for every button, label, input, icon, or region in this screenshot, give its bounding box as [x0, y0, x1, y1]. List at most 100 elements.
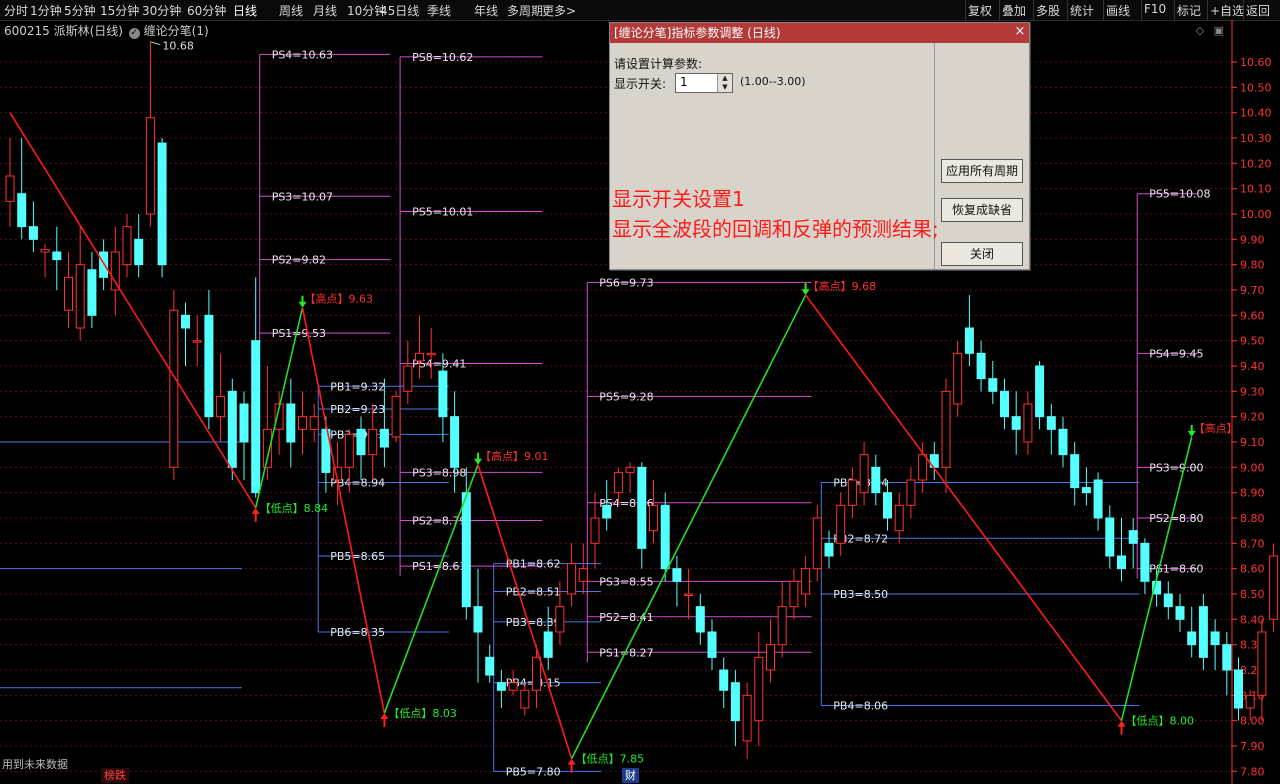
tool-button-0[interactable]: 复权 — [968, 2, 992, 19]
tool-button-2[interactable]: 多股 — [1036, 2, 1060, 19]
level-label: PB2=9.23 — [330, 403, 385, 416]
candle-body — [941, 390, 951, 468]
toolbar-divider — [965, 0, 966, 20]
level-label: PS3=10.07 — [272, 190, 333, 203]
period-tab-10[interactable]: 45日线 — [380, 2, 419, 19]
tool-button-8[interactable]: 返回 — [1246, 2, 1270, 19]
period-tab-8[interactable]: 月线 — [313, 2, 337, 19]
candle-body — [1011, 416, 1021, 430]
apply-all-periods-button[interactable]: 应用所有周期 — [941, 159, 1023, 183]
period-tab-4[interactable]: 30分钟 — [142, 2, 181, 19]
bi-segment — [804, 294, 1123, 722]
candle-body — [1269, 555, 1279, 620]
switch-spinbox[interactable]: 1 ▲ ▼ — [675, 73, 733, 93]
tool-button-1[interactable]: 叠加 — [1002, 2, 1026, 19]
level-label: PB1=9.32 — [330, 380, 385, 393]
dialog-titlebar[interactable]: [缠论分笔]指标参数调整 (日线) × — [610, 23, 1029, 43]
tool-button-6[interactable]: 标记 — [1177, 2, 1201, 19]
low-arrow-icon — [251, 507, 260, 522]
indicator-name[interactable]: 缠论分笔(1) — [144, 24, 209, 38]
candle-body — [251, 340, 261, 494]
top-right-icons: ◇ ▣ — [1196, 24, 1224, 37]
level-label: PS2=9.82 — [272, 254, 326, 267]
candle-body — [719, 669, 729, 691]
candle-body — [75, 264, 85, 329]
tool-button-7[interactable]: +自选 — [1210, 2, 1244, 19]
candle-body — [824, 542, 834, 557]
level-label: PS3=8.55 — [599, 575, 653, 588]
period-tab-12[interactable]: 年线 — [474, 2, 498, 19]
pivot-high-label: 【高点】 — [1194, 421, 1238, 435]
pivot-low-label: 【低点】8.00 — [1126, 715, 1195, 728]
spin-down-icon[interactable]: ▼ — [717, 83, 732, 92]
bottom-tag-drop[interactable]: 榜跌 — [101, 768, 129, 783]
diamond-icon[interactable]: ◇ — [1196, 24, 1204, 37]
low-arrow-icon — [1117, 720, 1126, 735]
bottom-tag-finance[interactable]: 财 — [622, 768, 639, 783]
level-label: PS8=10.62 — [412, 51, 473, 64]
candle-body — [988, 378, 998, 392]
period-tab-3[interactable]: 15分钟 — [100, 2, 139, 19]
bi-segment — [1120, 436, 1193, 721]
restore-default-button[interactable]: 恢复成缺省 — [941, 198, 1023, 222]
spin-up-icon[interactable]: ▲ — [717, 74, 732, 83]
candle-body — [122, 226, 132, 266]
candle-body — [508, 682, 518, 691]
tool-button-5[interactable]: F10 — [1144, 2, 1166, 16]
candle-body — [777, 606, 787, 646]
y-tick-label: 9.50 — [1240, 335, 1265, 348]
low-arrow-icon — [380, 713, 389, 728]
candle-body — [695, 606, 705, 633]
candle-body — [134, 238, 144, 266]
candle-body — [17, 193, 27, 228]
indicator-icon[interactable]: ✓ — [128, 28, 140, 39]
switch-label: 显示开关: — [614, 77, 667, 91]
candle-body — [602, 504, 612, 519]
y-tick-label: 10.00 — [1240, 208, 1272, 221]
level-label: PB5=7.80 — [506, 765, 561, 778]
y-tick-label: 10.30 — [1240, 132, 1272, 145]
level-label: PS5=10.08 — [1149, 188, 1210, 201]
dialog-title: [缠论分笔]指标参数调整 (日线) — [614, 26, 781, 40]
candle-body — [438, 370, 448, 418]
y-tick-label: 9.10 — [1240, 436, 1265, 449]
level-label: PS5=9.28 — [599, 390, 653, 403]
y-tick-label: 8.50 — [1240, 588, 1265, 601]
y-tick-label: 10.10 — [1240, 183, 1272, 196]
level-label: PS6=9.73 — [599, 276, 653, 289]
period-tab-1[interactable]: 1分钟 — [30, 2, 62, 19]
pivot-low-label: 【低点】8.03 — [388, 707, 457, 720]
window-icon[interactable]: ▣ — [1214, 24, 1224, 37]
close-button[interactable]: 关闭 — [941, 242, 1023, 266]
period-tab-11[interactable]: 季线 — [427, 2, 451, 19]
candle-body — [52, 251, 62, 261]
toolbar-divider — [1103, 0, 1104, 20]
candle-body — [532, 656, 541, 691]
period-tab-5[interactable]: 60分钟 — [187, 2, 226, 19]
candle-body — [298, 416, 307, 430]
y-tick-label: 8.80 — [1240, 512, 1265, 525]
candle-body — [578, 568, 588, 582]
y-tick-label: 9.00 — [1240, 461, 1265, 474]
period-tab-7[interactable]: 周线 — [279, 2, 303, 19]
period-tab-14[interactable]: 更多> — [542, 2, 576, 19]
period-tab-6[interactable]: 日线 — [233, 2, 257, 19]
candle-body — [1070, 454, 1080, 489]
candle-body — [181, 314, 190, 329]
candle-body — [1245, 694, 1255, 709]
stock-title: 600215 派斯林(日线) ✓ 缠论分笔(1) — [4, 22, 209, 39]
period-tab-0[interactable]: 分时 — [4, 2, 28, 19]
candle-body — [1222, 644, 1232, 671]
candle-body — [953, 352, 963, 405]
candle-body — [227, 390, 237, 468]
candle-body — [847, 479, 857, 506]
candle-body — [87, 269, 97, 316]
period-tab-2[interactable]: 5分钟 — [64, 2, 96, 19]
close-icon[interactable]: × — [1013, 25, 1027, 39]
period-toolbar: 分时 1分钟 5分钟 15分钟 30分钟 60分钟 日线 周线 月线 10分钟 45日线 季线 年线 多周… — [0, 0, 1280, 21]
switch-value[interactable]: 1 — [680, 75, 688, 89]
tool-button-4[interactable]: 画线 — [1106, 2, 1130, 19]
y-tick-label: 9.20 — [1240, 411, 1265, 424]
tool-button-3[interactable]: 统计 — [1070, 2, 1094, 19]
period-tab-13[interactable]: 多周期 — [507, 2, 543, 19]
